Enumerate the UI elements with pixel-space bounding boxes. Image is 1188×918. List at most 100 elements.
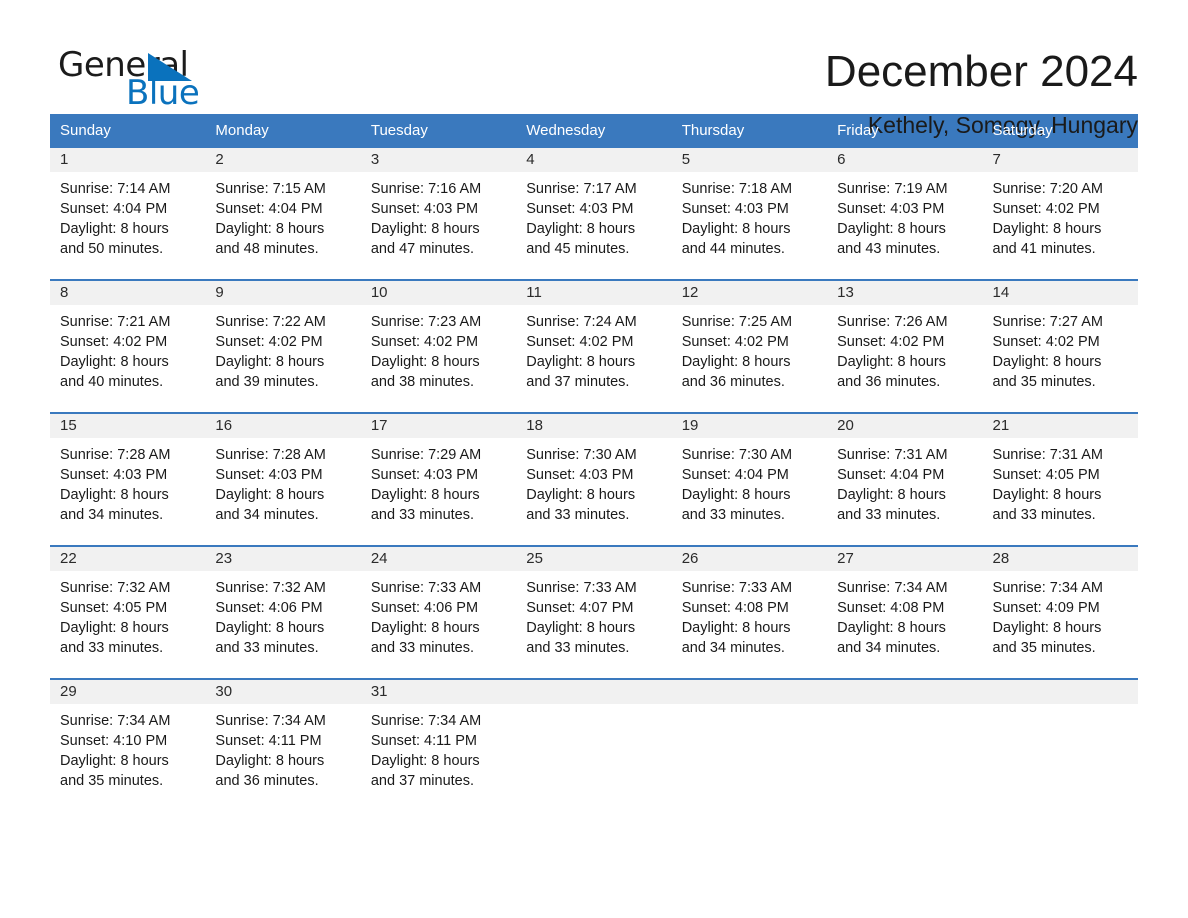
day-number: 1: [50, 148, 206, 172]
day-cell-content: 14 Sunrise: 7:27 AM Sunset: 4:02 PM Dayligh…: [982, 281, 1138, 412]
calendar-day-cell[interactable]: 22 Sunrise: 7:32 AM Sunset: 4:05 PM Dayligh…: [50, 545, 206, 679]
day-number: 31: [360, 680, 517, 704]
sunset-time: Sunset: 4:08 PM: [837, 600, 945, 616]
day-info: Sunrise: 7:19 AM Sunset: 4:03 PM Daylight:…: [827, 172, 982, 259]
page-header: General Blue December 2024 Kethely, Somo…: [50, 0, 1138, 138]
calendar-day-cell[interactable]: 20 Sunrise: 7:31 AM Sunset: 4:04 PM Dayligh…: [827, 412, 983, 546]
day-cell-content: 31 Sunrise: 7:34 AM Sunset: 4:11 PM Dayligh…: [360, 680, 517, 811]
calendar-page: General Blue December 2024 Kethely, Somo…: [0, 0, 1188, 918]
calendar-day-cell[interactable]: 14 Sunrise: 7:27 AM Sunset: 4:02 PM Dayligh…: [982, 279, 1138, 413]
day-cell-content: 6 Sunrise: 7:19 AM Sunset: 4:03 PM Daylight…: [827, 148, 983, 279]
day-info: [983, 704, 1138, 711]
sunset-time: Sunset: 4:04 PM: [60, 201, 168, 217]
calendar-day-cell[interactable]: 6 Sunrise: 7:19 AM Sunset: 4:03 PM Daylight…: [827, 146, 983, 280]
daylight-duration-line2: and 33 minutes.: [526, 507, 630, 523]
calendar-day-cell[interactable]: 12 Sunrise: 7:25 AM Sunset: 4:02 PM Dayligh…: [671, 279, 828, 413]
sunrise-time: Sunrise: 7:21 AM: [60, 314, 171, 330]
calendar-day-cell[interactable]: 18 Sunrise: 7:30 AM Sunset: 4:03 PM Dayligh…: [516, 412, 672, 546]
daylight-duration-line2: and 38 minutes.: [370, 374, 475, 390]
calendar-day-cell[interactable]: 3 Sunrise: 7:16 AM Sunset: 4:03 PM Daylight…: [360, 146, 517, 280]
daylight-duration-line1: Daylight: 8 hours: [992, 487, 1102, 503]
day-cell-content: 15 Sunrise: 7:28 AM Sunset: 4:03 PM Dayligh…: [50, 414, 206, 545]
calendar-day-cell[interactable]: 31 Sunrise: 7:34 AM Sunset: 4:11 PM Dayligh…: [360, 678, 517, 811]
calendar-day-cell[interactable]: 11 Sunrise: 7:24 AM Sunset: 4:02 PM Dayligh…: [516, 279, 672, 413]
daylight-duration-line2: and 33 minutes.: [837, 507, 941, 523]
calendar-day-cell[interactable]: 27 Sunrise: 7:34 AM Sunset: 4:08 PM Dayligh…: [827, 545, 983, 679]
sunrise-time: Sunrise: 7:32 AM: [215, 580, 326, 596]
day-cell-content: 21 Sunrise: 7:31 AM Sunset: 4:05 PM Dayligh…: [982, 414, 1138, 545]
calendar-day-cell[interactable]: 26 Sunrise: 7:33 AM Sunset: 4:08 PM Dayligh…: [671, 545, 828, 679]
sunrise-time: Sunrise: 7:33 AM: [526, 580, 637, 596]
day-number: 16: [205, 414, 361, 438]
calendar-day-cell[interactable]: 17 Sunrise: 7:29 AM Sunset: 4:03 PM Dayligh…: [360, 412, 517, 546]
day-info: Sunrise: 7:31 AM Sunset: 4:04 PM Daylight:…: [827, 438, 982, 525]
sunrise-time: Sunrise: 7:18 AM: [681, 181, 793, 197]
daylight-duration-line2: and 35 minutes.: [992, 640, 1096, 656]
calendar-day-cell[interactable]: 21 Sunrise: 7:31 AM Sunset: 4:05 PM Dayligh…: [982, 412, 1138, 546]
sunset-time: Sunset: 4:07 PM: [526, 600, 634, 616]
calendar-day-cell[interactable]: 4 Sunrise: 7:17 AM Sunset: 4:03 PM Daylight…: [516, 146, 672, 280]
calendar-day-cell[interactable]: 30 Sunrise: 7:34 AM Sunset: 4:11 PM Dayligh…: [205, 678, 361, 811]
day-number: 8: [50, 281, 206, 305]
daylight-duration-line2: and 47 minutes.: [370, 241, 475, 257]
day-info: Sunrise: 7:33 AM Sunset: 4:07 PM Daylight:…: [516, 571, 671, 658]
calendar-day-cell[interactable]: 9 Sunrise: 7:22 AM Sunset: 4:02 PM Daylight…: [205, 279, 361, 413]
calendar-day-cell[interactable]: 2 Sunrise: 7:15 AM Sunset: 4:04 PM Daylight…: [205, 146, 361, 280]
sunset-time: Sunset: 4:04 PM: [837, 467, 945, 483]
day-info: Sunrise: 7:27 AM Sunset: 4:02 PM Daylight:…: [983, 305, 1138, 392]
sunrise-time: Sunrise: 7:26 AM: [837, 314, 948, 330]
daylight-duration-line2: and 33 minutes.: [526, 640, 630, 656]
sunset-time: Sunset: 4:03 PM: [370, 467, 479, 483]
daylight-duration-line2: and 50 minutes.: [60, 241, 164, 257]
calendar-day-cell[interactable]: 5 Sunrise: 7:18 AM Sunset: 4:03 PM Daylight…: [671, 146, 828, 280]
day-cell-content: 13 Sunrise: 7:26 AM Sunset: 4:02 PM Dayligh…: [827, 281, 983, 412]
day-info: Sunrise: 7:24 AM Sunset: 4:02 PM Daylight:…: [516, 305, 671, 392]
sunrise-time: Sunrise: 7:16 AM: [370, 181, 482, 197]
daylight-duration-line1: Daylight: 8 hours: [60, 753, 169, 769]
day-number: 2: [205, 148, 361, 172]
sunset-time: Sunset: 4:04 PM: [215, 201, 323, 217]
calendar-day-cell[interactable]: 15 Sunrise: 7:28 AM Sunset: 4:03 PM Dayligh…: [50, 412, 206, 546]
sunset-time: Sunset: 4:02 PM: [215, 334, 323, 350]
day-number: 12: [671, 281, 828, 305]
calendar-day-cell[interactable]: 13 Sunrise: 7:26 AM Sunset: 4:02 PM Dayligh…: [827, 279, 983, 413]
day-cell-content: 27 Sunrise: 7:34 AM Sunset: 4:08 PM Dayligh…: [827, 547, 983, 678]
calendar-day-cell[interactable]: 23 Sunrise: 7:32 AM Sunset: 4:06 PM Dayligh…: [205, 545, 361, 679]
sunrise-time: Sunrise: 7:31 AM: [992, 447, 1103, 463]
daylight-duration-line2: and 33 minutes.: [370, 640, 475, 656]
calendar-day-cell[interactable]: 19 Sunrise: 7:30 AM Sunset: 4:04 PM Dayligh…: [671, 412, 828, 546]
calendar-day-cell[interactable]: 8 Sunrise: 7:21 AM Sunset: 4:02 PM Daylight…: [50, 279, 206, 413]
sunset-time: Sunset: 4:09 PM: [992, 600, 1100, 616]
calendar-day-cell[interactable]: 24 Sunrise: 7:33 AM Sunset: 4:06 PM Dayligh…: [360, 545, 517, 679]
day-info: Sunrise: 7:15 AM Sunset: 4:04 PM Daylight:…: [205, 172, 360, 259]
calendar-day-cell[interactable]: 28 Sunrise: 7:34 AM Sunset: 4:09 PM Dayligh…: [982, 545, 1138, 679]
daylight-duration-line1: Daylight: 8 hours: [526, 354, 636, 370]
calendar-week-row: 15 Sunrise: 7:28 AM Sunset: 4:03 PM Dayligh…: [50, 412, 1138, 546]
day-cell-content: 4 Sunrise: 7:17 AM Sunset: 4:03 PM Daylight…: [516, 148, 672, 279]
day-cell-content: 29 Sunrise: 7:34 AM Sunset: 4:10 PM Dayligh…: [50, 680, 206, 811]
calendar-day-cell: [982, 678, 1138, 811]
calendar-day-cell[interactable]: 1 Sunrise: 7:14 AM Sunset: 4:04 PM Daylight…: [50, 146, 206, 280]
sunrise-time: Sunrise: 7:32 AM: [60, 580, 171, 596]
calendar-day-cell[interactable]: 29 Sunrise: 7:34 AM Sunset: 4:10 PM Dayligh…: [50, 678, 206, 811]
calendar-day-cell[interactable]: 10 Sunrise: 7:23 AM Sunset: 4:02 PM Dayligh…: [360, 279, 517, 413]
calendar-day-cell[interactable]: 16 Sunrise: 7:28 AM Sunset: 4:03 PM Dayligh…: [205, 412, 361, 546]
calendar-week-row: 1 Sunrise: 7:14 AM Sunset: 4:04 PM Daylight…: [50, 146, 1138, 280]
day-cell-content: 25 Sunrise: 7:33 AM Sunset: 4:07 PM Dayligh…: [516, 547, 672, 678]
calendar-day-cell[interactable]: 7 Sunrise: 7:20 AM Sunset: 4:02 PM Daylight…: [982, 146, 1138, 280]
day-cell-content: 8 Sunrise: 7:21 AM Sunset: 4:02 PM Daylight…: [50, 281, 206, 412]
daylight-duration-line1: Daylight: 8 hours: [370, 753, 480, 769]
general-blue-logo[interactable]: General Blue: [50, 46, 270, 116]
daylight-duration-line1: Daylight: 8 hours: [215, 354, 325, 370]
calendar-day-cell[interactable]: 25 Sunrise: 7:33 AM Sunset: 4:07 PM Dayligh…: [516, 545, 672, 679]
sunrise-time: Sunrise: 7:27 AM: [992, 314, 1103, 330]
day-info: Sunrise: 7:17 AM Sunset: 4:03 PM Daylight:…: [516, 172, 671, 259]
day-info: Sunrise: 7:32 AM Sunset: 4:05 PM Daylight:…: [50, 571, 205, 658]
day-number: 14: [982, 281, 1138, 305]
daylight-duration-line2: and 43 minutes.: [837, 241, 941, 257]
day-number: 21: [982, 414, 1138, 438]
daylight-duration-line1: Daylight: 8 hours: [681, 620, 791, 636]
day-number: [982, 680, 1138, 704]
daylight-duration-line1: Daylight: 8 hours: [837, 620, 946, 636]
logo-text-blue: Blue: [126, 73, 200, 113]
